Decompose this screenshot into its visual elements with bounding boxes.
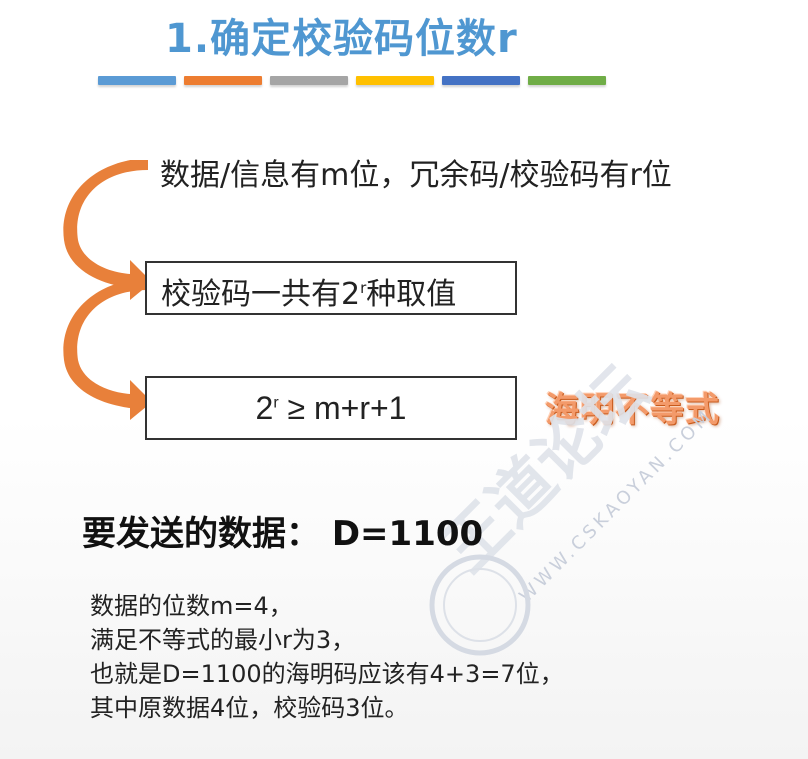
box1-text-pre: 校验码一共有2 — [161, 277, 361, 312]
note-line-1: 数据的位数m=4， — [90, 592, 293, 620]
watermark-seal-icon — [429, 554, 531, 656]
box2-text-post: ≥ m+r+1 — [278, 390, 407, 426]
note-line-3: 也就是D=1100的海明码应该有4+3=7位， — [90, 660, 564, 688]
divider-bar-1 — [98, 76, 176, 85]
divider-bar-4 — [356, 76, 434, 85]
watermark-url-text: WWW.CSKAOYAN.COM — [515, 405, 717, 607]
note-line-2: 满足不等式的最小r为3， — [90, 626, 356, 654]
slide-title: 1.确定校验码位数r — [165, 16, 518, 62]
divider-bar-2 — [184, 76, 262, 85]
note-line-4: 其中原数据4位，校验码3位。 — [90, 694, 409, 722]
hamming-inequality-box: 2r ≥ m+r+1 — [145, 376, 517, 440]
box1-text-post: 种取值 — [366, 277, 457, 312]
hamming-inequality-label: 海明不等式 — [545, 390, 720, 430]
divider-bar-5 — [442, 76, 520, 85]
divider-bar-3 — [270, 76, 348, 85]
box2-text-pre: 2 — [255, 390, 274, 426]
divider-bar-6 — [528, 76, 606, 85]
check-code-values-box: 校验码一共有2r种取值 — [145, 261, 517, 315]
info-statement: 数据/信息有m位，冗余码/校验码有r位 — [160, 158, 672, 193]
data-to-send: 要发送的数据： D=1100 — [82, 514, 484, 554]
